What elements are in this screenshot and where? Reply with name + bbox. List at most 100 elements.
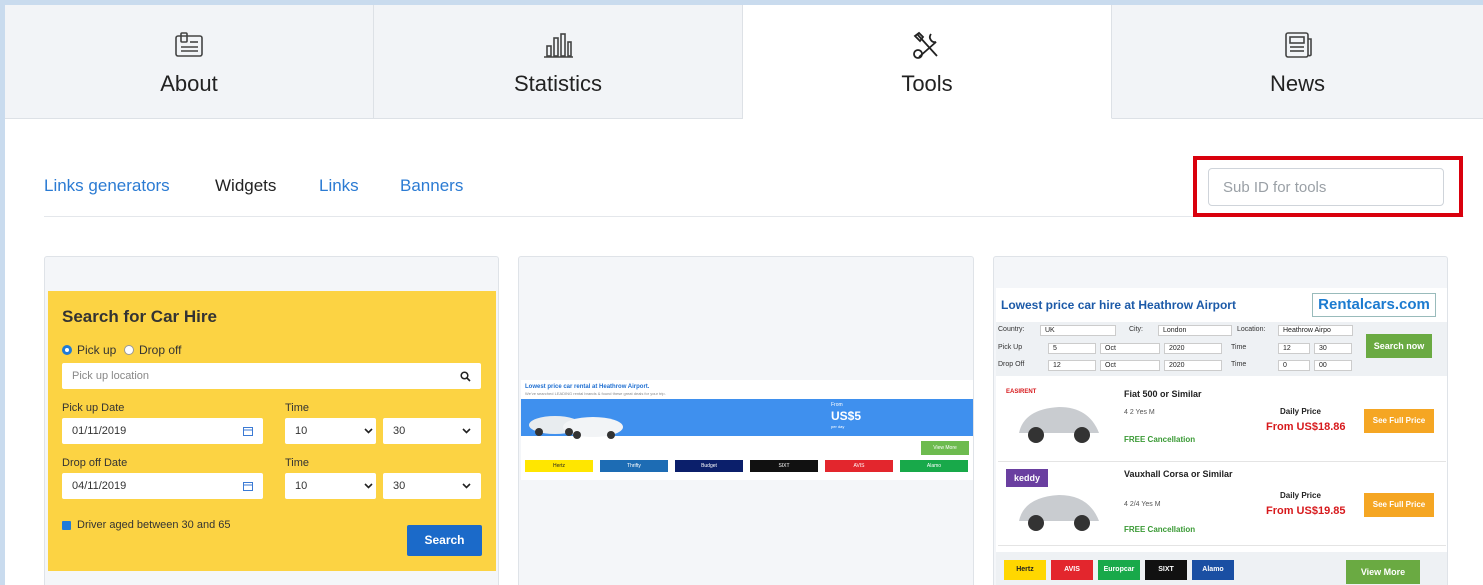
chevron-down-icon	[462, 428, 471, 434]
car-name: Fiat 500 or Similar	[1124, 389, 1202, 399]
tools-icon	[913, 31, 938, 59]
tab-about[interactable]: About	[5, 5, 374, 119]
radio-unchecked-icon	[124, 345, 134, 355]
checkbox-label: Driver aged between 30 and 65	[77, 519, 231, 531]
calendar-icon	[243, 482, 253, 491]
banner-price: US$5	[831, 409, 862, 423]
document-icon	[175, 32, 203, 57]
car-features: 4 2 Yes M	[1124, 409, 1155, 416]
car-name: Vauxhall Corsa or Similar	[1124, 469, 1233, 479]
pickup-label: Pick Up	[998, 344, 1023, 351]
search-button[interactable]: Search	[407, 525, 482, 556]
vendor-logo: EASIRENT	[1006, 389, 1037, 395]
dropoff-label: Drop Off	[998, 361, 1025, 368]
pickup-day-select[interactable]: 5	[1048, 343, 1096, 354]
dropoff-time-label: Time	[285, 457, 310, 469]
brand-sixt: SIXT	[750, 460, 818, 472]
city-select[interactable]: London	[1158, 325, 1232, 336]
heathrow-banner-widget: Lowest price car rental at Heathrow Airp…	[521, 380, 973, 480]
free-cancellation: FREE Cancellation	[1124, 525, 1196, 534]
checkbox-checked-icon	[62, 520, 71, 530]
pickup-hour-select[interactable]: 12	[1278, 343, 1310, 354]
subnav-links-generators[interactable]: Links generators	[44, 176, 170, 196]
see-full-price-button[interactable]: See Full Price	[1364, 493, 1434, 517]
country-select[interactable]: UK	[1040, 325, 1116, 336]
driver-age-checkbox[interactable]: Driver aged between 30 and 65	[62, 519, 231, 531]
chevron-down-icon	[364, 428, 373, 434]
chevron-down-icon	[462, 483, 471, 489]
free-cancellation: FREE Cancellation	[1124, 435, 1196, 444]
subid-input[interactable]	[1208, 168, 1444, 206]
calendar-icon	[243, 427, 253, 436]
location-select[interactable]: Heathrow Airpo	[1278, 325, 1353, 336]
pickup-date-label: Pick up Date	[62, 402, 125, 414]
subnav-links[interactable]: Links	[319, 176, 359, 196]
radio-label: Pick up	[77, 343, 117, 357]
brand-budget: Budget	[675, 460, 743, 472]
brand-avis: AVIS	[825, 460, 893, 472]
view-more-button[interactable]: View More	[921, 441, 969, 455]
car-price: From US$18.86	[1266, 421, 1346, 433]
tab-tools[interactable]: Tools	[743, 5, 1112, 119]
results-header: Lowest price car hire at Heathrow Airpor…	[996, 288, 1447, 321]
banner-per-day: per day	[831, 424, 845, 429]
banner-price-band: From US$5 per day	[521, 399, 973, 439]
brand-europcar: Europcar	[1098, 560, 1140, 580]
results-title: Lowest price car hire at Heathrow Airpor…	[1001, 298, 1236, 312]
dropoff-day-select[interactable]: 12	[1048, 360, 1096, 371]
tab-statistics[interactable]: Statistics	[374, 5, 743, 119]
view-more-button[interactable]: View More	[1346, 560, 1420, 584]
widget-card-banner[interactable]: Lowest price car rental at Heathrow Airp…	[518, 256, 974, 585]
banner-title: Lowest price car rental at Heathrow Airp…	[525, 384, 650, 390]
pickup-month-select[interactable]: Oct	[1100, 343, 1160, 354]
dropoff-date-input[interactable]: 04/11/2019	[62, 473, 263, 499]
dropoff-time-label: Time	[1231, 361, 1247, 368]
dropoff-hour-select[interactable]: 10	[285, 473, 376, 499]
bar-chart-icon	[544, 33, 573, 58]
see-full-price-button[interactable]: See Full Price	[1364, 409, 1434, 433]
pickup-time-label: Time	[285, 402, 310, 414]
banner-from: From	[831, 402, 843, 408]
daily-price-label: Daily Price	[1280, 491, 1321, 500]
chevron-down-icon	[364, 483, 373, 489]
banner-subtitle: We've searched LEADING rental brands & f…	[525, 391, 666, 396]
tab-label: About	[160, 71, 218, 96]
main-tabs: About Statistics Tools News	[5, 5, 1483, 120]
newspaper-icon	[1284, 32, 1312, 58]
country-label: Country:	[998, 326, 1025, 333]
brand-hertz: Hertz	[1004, 560, 1046, 580]
brand-thrifty: Thrifty	[600, 460, 668, 472]
rentalcars-logo: Rentalcars.com	[1312, 293, 1436, 317]
dropoff-radio[interactable]: Drop off	[124, 343, 181, 357]
brand-alamo: Alamo	[900, 460, 968, 472]
subnav-banners[interactable]: Banners	[400, 176, 463, 196]
dropoff-month-select[interactable]: Oct	[1100, 360, 1160, 371]
pickup-date-input[interactable]: 01/11/2019	[62, 418, 263, 444]
pickup-hour-select[interactable]: 10	[285, 418, 376, 444]
brand-sixt: SIXT	[1145, 560, 1187, 580]
search-icon	[460, 371, 471, 382]
cars-image	[529, 416, 623, 439]
widget-card-search[interactable]: Search for Car Hire Pick up Drop off Pic…	[44, 256, 499, 585]
pickup-year-select[interactable]: 2020	[1164, 343, 1222, 354]
brand-alamo: Alamo	[1192, 560, 1234, 580]
radio-label: Drop off	[139, 343, 182, 357]
subnav-widgets[interactable]: Widgets	[215, 176, 276, 196]
tab-news[interactable]: News	[1112, 5, 1483, 119]
pickup-radio[interactable]: Pick up	[62, 343, 116, 357]
dropoff-minute-select[interactable]: 00	[1314, 360, 1352, 371]
pickup-location-input[interactable]: Pick up location	[62, 363, 481, 389]
results-footer: Hertz AVIS Europcar SIXT Alamo View More	[996, 552, 1447, 585]
dropoff-hour-select[interactable]: 0	[1278, 360, 1310, 371]
radio-checked-icon	[62, 345, 72, 355]
city-label: City:	[1129, 326, 1143, 333]
dropoff-date-label: Drop off Date	[62, 457, 128, 469]
widget-card-results[interactable]: Lowest price car hire at Heathrow Airpor…	[993, 256, 1448, 585]
pickup-minute-select[interactable]: 30	[1314, 343, 1352, 354]
daily-price-label: Daily Price	[1280, 407, 1321, 416]
brand-hertz: Hertz	[525, 460, 593, 472]
search-now-button[interactable]: Search now	[1366, 334, 1432, 358]
car-image	[1019, 407, 1099, 443]
dropoff-year-select[interactable]: 2020	[1164, 360, 1222, 371]
car-result-row: EASIRENT Fiat 500 or Similar 4 2 Yes M F…	[998, 379, 1446, 462]
